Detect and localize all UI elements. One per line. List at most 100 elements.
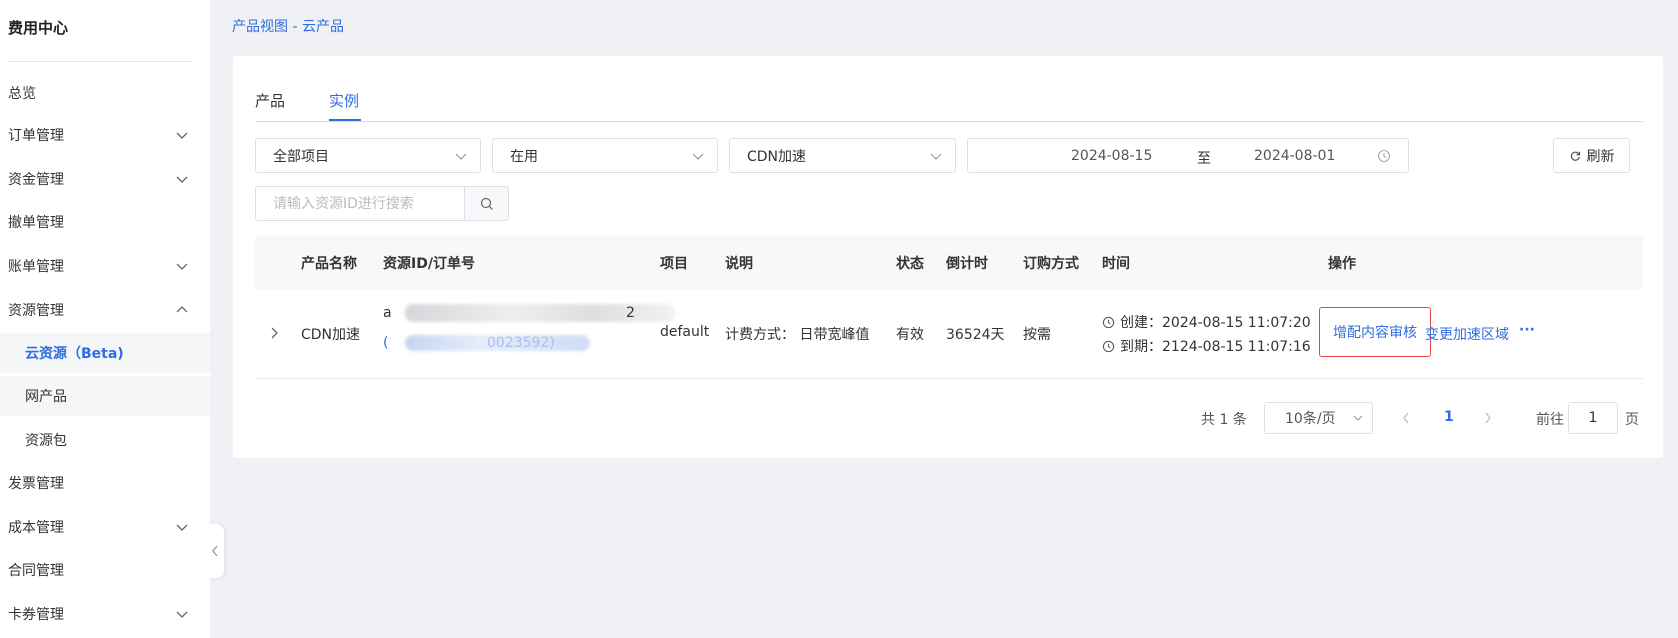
tab-bar: 产品 实例 (255, 56, 1643, 122)
sidebar-item-network-products[interactable]: 网产品 (0, 376, 210, 416)
cell-order-type: 按需 (1023, 327, 1051, 343)
project-select-value: 全部项目 (273, 148, 329, 165)
column-header-countdown: 倒计时 (946, 256, 988, 272)
search-icon (480, 197, 493, 210)
chevron-left-icon (212, 545, 218, 557)
sidebar-item-resources[interactable]: 资源管理 (0, 290, 210, 330)
tab-products[interactable]: 产品 (255, 90, 285, 111)
sidebar-item-coupons[interactable]: 卡券管理 (0, 594, 210, 634)
prev-page-icon[interactable] (1401, 411, 1411, 425)
chevron-down-icon (176, 176, 188, 183)
chevron-down-icon (692, 153, 704, 160)
refresh-button[interactable]: 刷新 (1553, 138, 1630, 173)
date-range-picker[interactable]: 2024-08-15 至 2024-08-01 (967, 138, 1409, 173)
date-separator: 至 (1197, 151, 1211, 167)
column-header-product-name: 产品名称 (301, 256, 357, 272)
refresh-icon (1570, 151, 1580, 161)
cell-order-prefix[interactable]: ( (383, 335, 388, 351)
sidebar-item-funds[interactable]: 资金管理 (0, 159, 210, 199)
sidebar-item-contracts[interactable]: 合同管理 (0, 550, 210, 590)
main-card: 产品 实例 全部项目 在用 CDN加速 2024-08-15 至 2024-08… (233, 56, 1663, 458)
sidebar-item-orders[interactable]: 订单管理 (0, 115, 210, 155)
sidebar-collapse-button[interactable] (206, 524, 224, 578)
sidebar-item-label: 资源包 (25, 433, 67, 449)
status-select[interactable]: 在用 (492, 138, 718, 173)
cell-description: 计费方式： 日带宽峰值 (725, 327, 870, 343)
tab-instances[interactable]: 实例 (329, 90, 359, 111)
sidebar-item-label: 账单管理 (8, 259, 64, 275)
goto-page-input[interactable] (1568, 402, 1618, 434)
cell-resource-id-suffix: 2 (626, 305, 635, 321)
pagination-total: 共 1 条 (1201, 412, 1247, 428)
table-header: 产品名称 资源ID/订单号 项目 说明 状态 倒计时 订购方式 时间 操作 (255, 236, 1643, 289)
cell-expire-time: 到期：2124-08-15 11:07:16 (1102, 336, 1311, 356)
cell-project: default (660, 324, 710, 340)
cell-resource-id-prefix: a (383, 305, 392, 321)
tab-active-indicator (329, 119, 361, 121)
sidebar-item-cloud-resources[interactable]: 云资源（Beta) (0, 333, 210, 373)
status-select-value: 在用 (510, 148, 538, 165)
column-header-project: 项目 (660, 256, 688, 272)
expand-row-icon[interactable] (269, 326, 281, 340)
search-box (255, 186, 509, 221)
chevron-down-icon (176, 132, 188, 139)
chevron-up-icon (176, 306, 188, 313)
cell-order-suffix[interactable]: 0023592) (487, 335, 555, 351)
sidebar: 费用中心 总览 订单管理 资金管理 撤单管理 账单管理 资源管理 云资源（Bet… (0, 0, 210, 638)
refresh-label: 刷新 (1586, 148, 1615, 165)
sidebar-item-bills[interactable]: 账单管理 (0, 246, 210, 286)
goto-label: 前往 (1536, 412, 1564, 428)
sidebar-item-label: 资源管理 (8, 303, 64, 319)
page-size-select[interactable]: 10条/页 (1264, 402, 1373, 434)
expire-time-text: 到期：2124-08-15 11:07:16 (1120, 339, 1311, 355)
sidebar-item-costs[interactable]: 成本管理 (0, 507, 210, 547)
sidebar-item-label: 网产品 (25, 389, 67, 405)
chevron-down-icon (930, 153, 942, 160)
page-number-current[interactable]: 1 (1444, 409, 1454, 425)
resource-id-search-input[interactable] (256, 187, 465, 220)
sidebar-item-label: 卡券管理 (8, 607, 64, 623)
clock-icon (1102, 316, 1115, 328)
project-select[interactable]: 全部项目 (255, 138, 481, 173)
add-content-review-button[interactable]: 增配内容审核 (1319, 307, 1431, 357)
column-header-order-type: 订购方式 (1023, 256, 1079, 272)
date-start[interactable]: 2024-08-15 (1071, 148, 1152, 164)
column-header-time: 时间 (1102, 256, 1130, 272)
cell-countdown: 36524天 (946, 327, 1005, 343)
more-actions-icon[interactable]: ··· (1519, 322, 1535, 338)
cell-status: 有效 (896, 327, 924, 343)
sidebar-item-label: 订单管理 (8, 128, 64, 144)
chevron-down-icon (455, 153, 467, 160)
table-row: CDN加速 a 2 ( 0023592) default 计费方式： 日带宽峰值… (255, 289, 1643, 379)
sidebar-item-resource-packs[interactable]: 资源包 (0, 420, 210, 460)
column-header-actions: 操作 (1328, 256, 1356, 272)
product-select-value: CDN加速 (747, 148, 807, 165)
sidebar-item-label: 云资源（Beta) (25, 346, 124, 362)
next-page-icon[interactable] (1483, 411, 1493, 425)
sidebar-title: 费用中心 (8, 19, 69, 37)
column-header-description: 说明 (725, 256, 753, 272)
date-end[interactable]: 2024-08-01 (1254, 148, 1335, 164)
column-header-resource-id: 资源ID/订单号 (383, 256, 475, 272)
chevron-down-icon (1353, 415, 1363, 421)
page-size-value: 10条/页 (1285, 411, 1336, 427)
goto-unit: 页 (1625, 412, 1639, 428)
cell-created-time: 创建：2024-08-15 11:07:20 (1102, 312, 1311, 332)
product-select[interactable]: CDN加速 (729, 138, 956, 173)
sidebar-item-label: 总览 (8, 86, 36, 102)
sidebar-item-invoices[interactable]: 发票管理 (0, 463, 210, 503)
column-header-status: 状态 (896, 256, 924, 272)
change-acceleration-region-link[interactable]: 变更加速区域 (1425, 324, 1509, 344)
sidebar-item-label: 合同管理 (8, 563, 64, 579)
sidebar-item-label: 资金管理 (8, 172, 64, 188)
cell-product-name: CDN加速 (301, 327, 361, 343)
chevron-down-icon (176, 611, 188, 618)
breadcrumb[interactable]: 产品视图 - 云产品 (232, 16, 344, 36)
search-button[interactable] (465, 187, 508, 220)
sidebar-item-cancellations[interactable]: 撤单管理 (0, 202, 210, 242)
sidebar-item-label: 成本管理 (8, 520, 64, 536)
clock-icon (1102, 340, 1115, 352)
chevron-down-icon (176, 524, 188, 531)
sidebar-item-label: 发票管理 (8, 476, 64, 492)
sidebar-item-overview[interactable]: 总览 (0, 73, 210, 113)
